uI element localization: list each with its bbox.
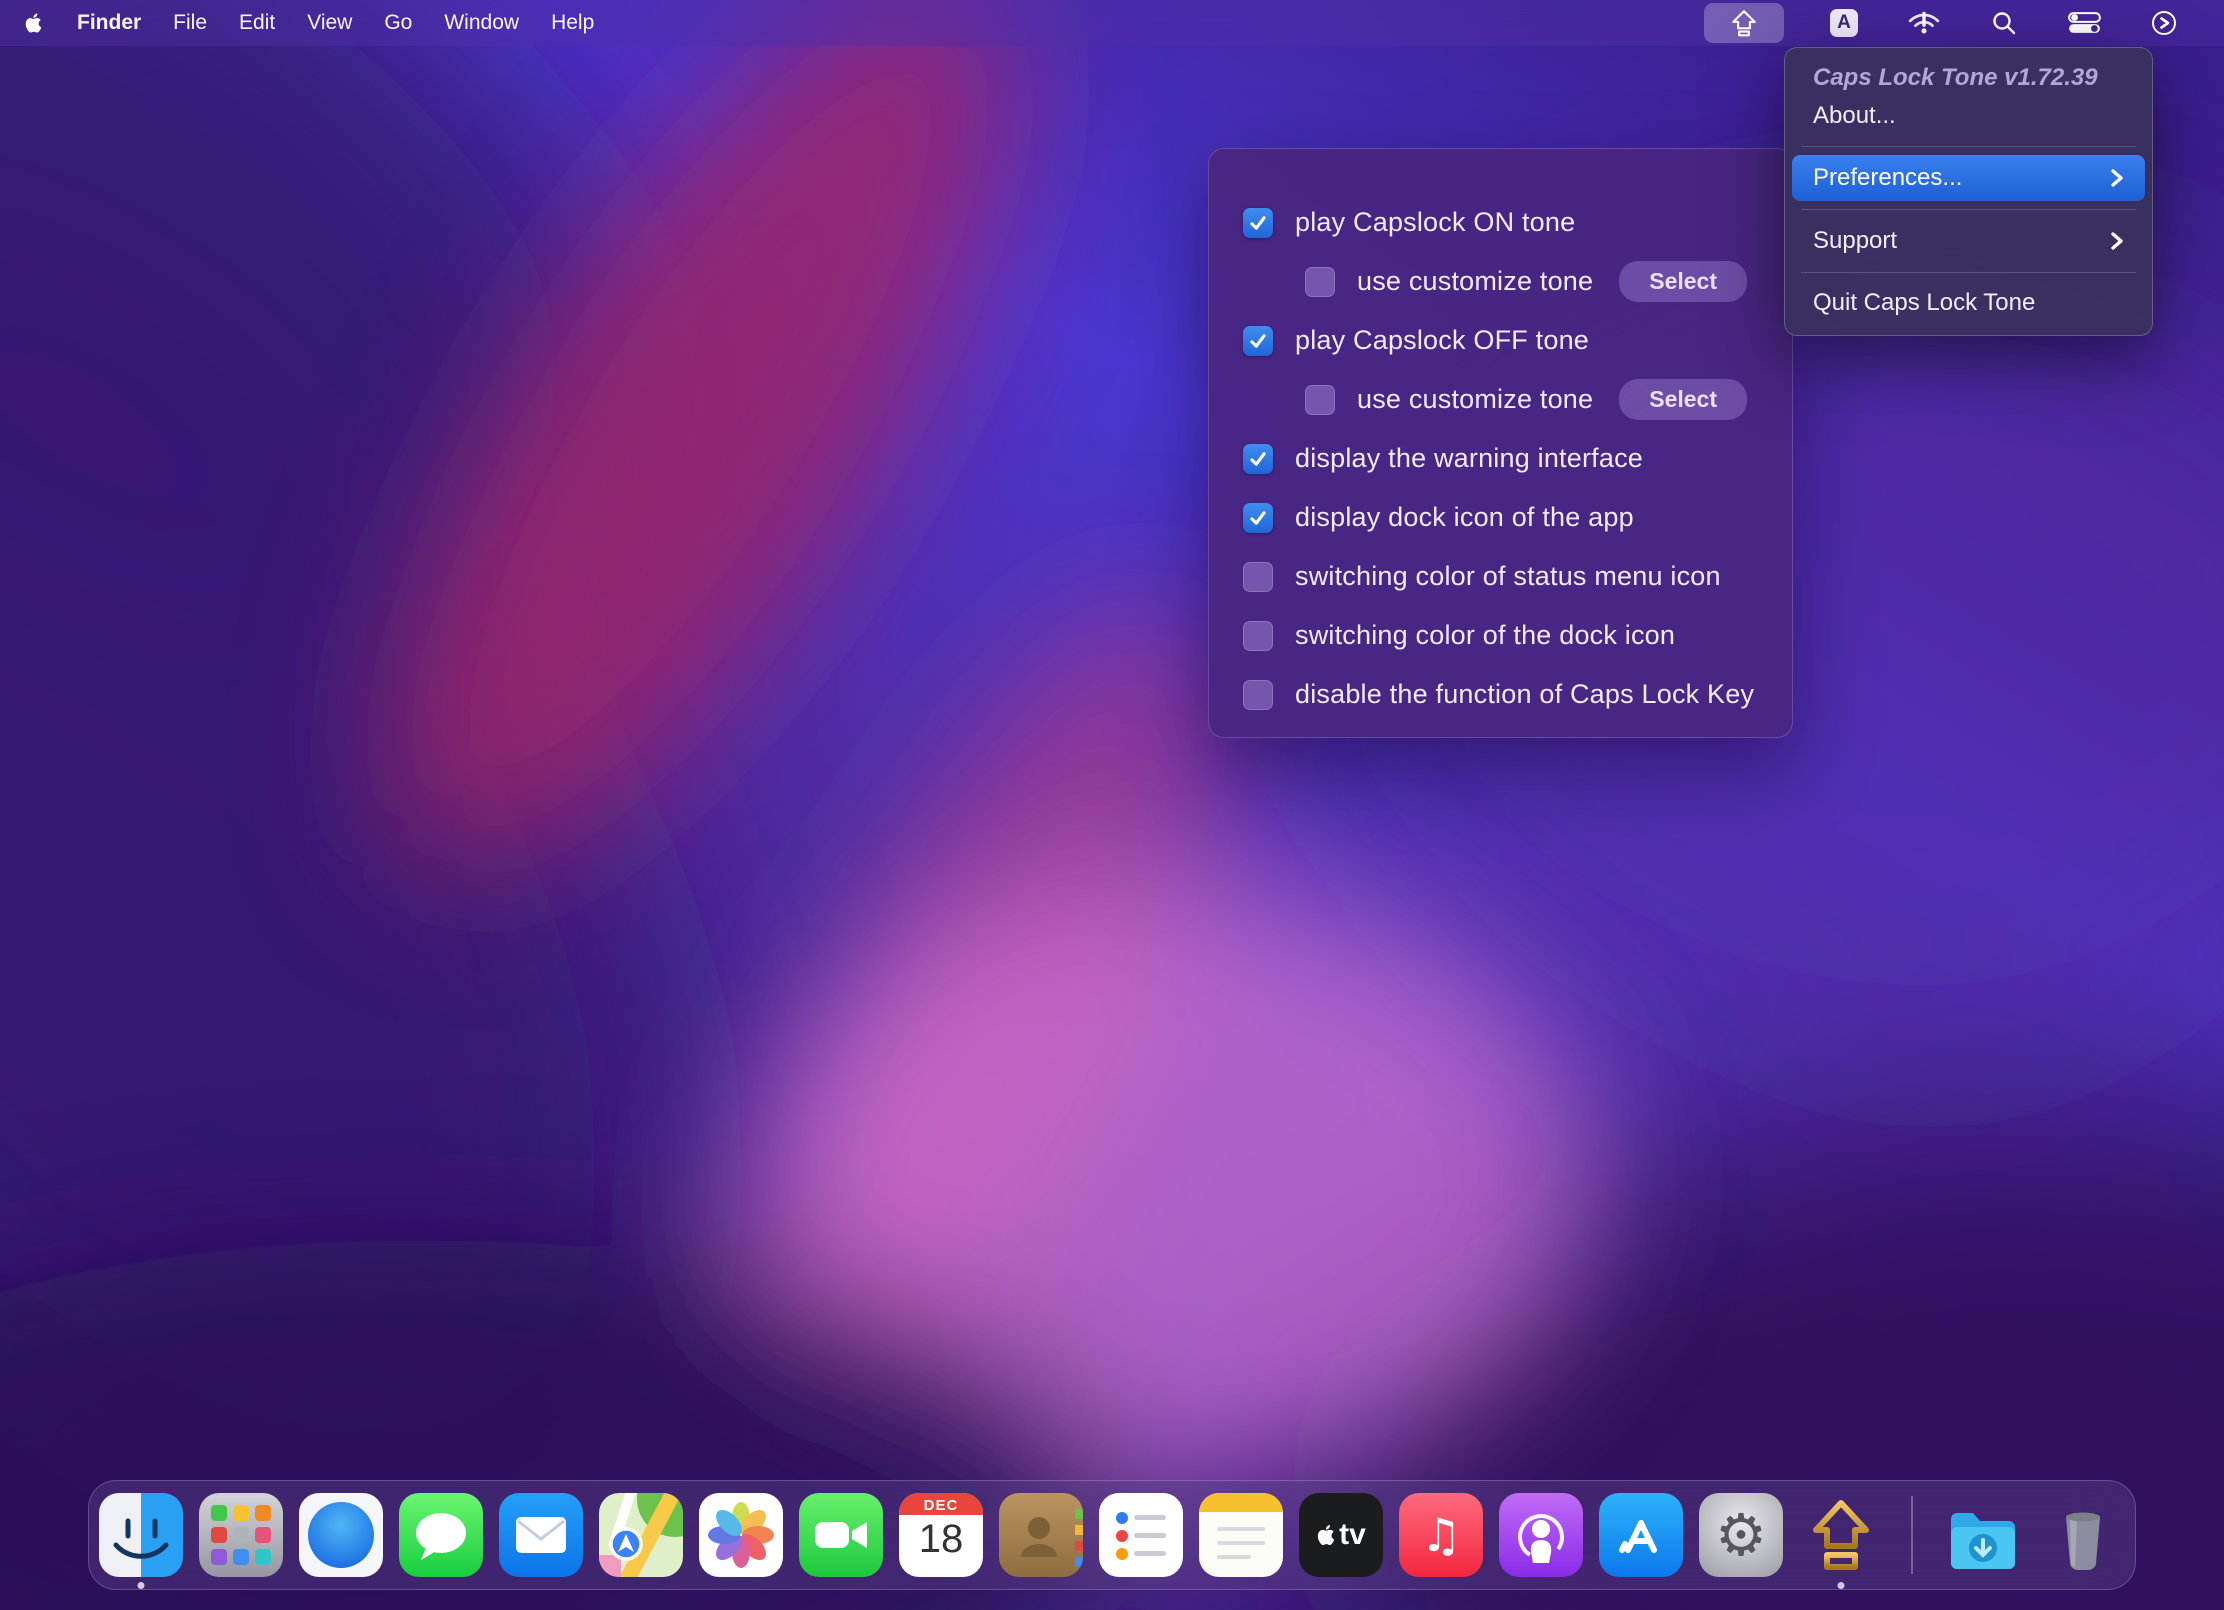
wifi-alert-status-icon[interactable] <box>1904 3 1944 43</box>
select-tone-button[interactable]: Select <box>1619 261 1747 302</box>
dock-finder-icon[interactable] <box>99 1493 183 1577</box>
menu-bar-left: Finder File Edit View Go Window Help <box>0 11 594 35</box>
apple-menu[interactable] <box>24 12 43 34</box>
input-source-status-icon[interactable]: A <box>1824 3 1864 43</box>
menu-separator <box>1801 146 2136 147</box>
wifi-alert-icon <box>1907 9 1941 37</box>
dock-caps-lock-tone-icon[interactable] <box>1799 1493 1883 1577</box>
apple-logo-small <box>1316 1523 1336 1547</box>
checkbox-unchecked[interactable] <box>1243 562 1273 592</box>
checkbox-unchecked[interactable] <box>1305 267 1335 297</box>
caps-lock-tone-menu: Caps Lock Tone v1.72.39 About... Prefere… <box>1784 47 2153 336</box>
pref-row-switch-status-color: switching color of status menu icon <box>1243 547 1758 606</box>
menu-title: Caps Lock Tone v1.72.39 <box>1785 56 2152 94</box>
chevron-right-icon <box>2109 167 2124 189</box>
checkbox-checked[interactable] <box>1243 444 1273 474</box>
pref-row-play-off-tone: play Capslock OFF tone <box>1243 311 1758 370</box>
checkbox-unchecked[interactable] <box>1305 385 1335 415</box>
dock-trash-icon[interactable] <box>2041 1493 2125 1577</box>
spotlight-search-icon[interactable] <box>1984 3 2024 43</box>
circle-chevron-status-icon[interactable] <box>2144 3 2184 43</box>
running-indicator <box>1838 1582 1845 1589</box>
checkbox-checked[interactable] <box>1243 208 1273 238</box>
dock-podcasts-icon[interactable] <box>1499 1493 1583 1577</box>
pref-label: use customize tone <box>1357 384 1593 415</box>
desktop: Finder File Edit View Go Window Help A <box>0 0 2224 1610</box>
dock-notes-icon[interactable] <box>1199 1493 1283 1577</box>
pref-row-customize-on: use customize tone Select <box>1305 252 1758 311</box>
checkbox-checked[interactable] <box>1243 503 1273 533</box>
dock-reminders-icon[interactable] <box>1099 1493 1183 1577</box>
menu-item-go[interactable]: Go <box>384 11 412 35</box>
menu-separator <box>1801 272 2136 273</box>
checkbox-checked[interactable] <box>1243 326 1273 356</box>
menu-app-name[interactable]: Finder <box>77 11 141 35</box>
menu-item-file[interactable]: File <box>173 11 207 35</box>
pref-label: display dock icon of the app <box>1295 502 1634 533</box>
pref-label: disable the function of Caps Lock Key <box>1295 679 1754 710</box>
dock-safari-icon[interactable] <box>299 1493 383 1577</box>
pref-row-play-on-tone: play Capslock ON tone <box>1243 193 1758 252</box>
pref-label: use customize tone <box>1357 266 1593 297</box>
pref-row-switch-dock-color: switching color of the dock icon <box>1243 606 1758 665</box>
dock-maps-icon[interactable] <box>599 1493 683 1577</box>
caps-lock-tone-status-icon[interactable] <box>1704 3 1784 43</box>
dock-mail-icon[interactable] <box>499 1493 583 1577</box>
menu-item-about[interactable]: About... <box>1785 94 2152 138</box>
dock-photos-icon[interactable] <box>699 1493 783 1577</box>
menu-item-window[interactable]: Window <box>444 11 519 35</box>
chevron-right-icon <box>2109 230 2124 252</box>
caps-lock-arrow-icon <box>1729 8 1759 38</box>
menu-item-edit[interactable]: Edit <box>239 11 275 35</box>
search-icon <box>1991 10 2017 36</box>
menu-item-view[interactable]: View <box>307 11 352 35</box>
status-icons: A <box>1704 0 2224 46</box>
dock-tv-icon[interactable]: tv <box>1299 1493 1383 1577</box>
checkbox-unchecked[interactable] <box>1243 680 1273 710</box>
dock-calendar-icon[interactable]: DEC 18 <box>899 1493 983 1577</box>
pref-row-dock-icon: display dock icon of the app <box>1243 488 1758 547</box>
dock-separator <box>1911 1496 1913 1574</box>
input-letter-badge: A <box>1830 9 1858 37</box>
menu-item-support[interactable]: Support <box>1792 218 2145 264</box>
dock-messages-icon[interactable] <box>399 1493 483 1577</box>
music-note-icon: ♫ <box>1420 1508 1461 1562</box>
tv-label: tv <box>1339 1518 1366 1552</box>
calendar-day: 18 <box>899 1517 983 1562</box>
dock-appstore-icon[interactable] <box>1599 1493 1683 1577</box>
menu-item-preferences[interactable]: Preferences... <box>1792 155 2145 201</box>
pref-label: display the warning interface <box>1295 443 1643 474</box>
dock-launchpad-icon[interactable] <box>199 1493 283 1577</box>
pref-label: play Capslock ON tone <box>1295 207 1575 238</box>
gear-icon: ⚙ <box>1715 1506 1767 1564</box>
calendar-month: DEC <box>899 1497 983 1514</box>
preferences-label: Preferences... <box>1813 164 1962 192</box>
circle-chevron-icon <box>2150 9 2178 37</box>
pref-label: switching color of status menu icon <box>1295 561 1721 592</box>
dock-contacts-icon[interactable] <box>999 1493 1083 1577</box>
preferences-panel: play Capslock ON tone use customize tone… <box>1208 148 1793 738</box>
control-center-icon[interactable] <box>2064 3 2104 43</box>
pref-row-customize-off: use customize tone Select <box>1305 370 1758 429</box>
pref-row-disable-capslock: disable the function of Caps Lock Key <box>1243 665 1758 724</box>
running-indicator <box>138 1582 145 1589</box>
input-letter: A <box>1837 12 1851 34</box>
pref-label: play Capslock OFF tone <box>1295 325 1589 356</box>
dock-music-icon[interactable]: ♫ <box>1399 1493 1483 1577</box>
menu-bar: Finder File Edit View Go Window Help A <box>0 0 2224 46</box>
apple-icon <box>24 12 43 34</box>
menu-separator <box>1801 209 2136 210</box>
dock: DEC 18 <box>88 1480 2136 1590</box>
dock-system-preferences-icon[interactable]: ⚙ <box>1699 1493 1783 1577</box>
dock-facetime-icon[interactable] <box>799 1493 883 1577</box>
toggles-icon <box>2068 12 2101 34</box>
support-label: Support <box>1813 227 1897 255</box>
pref-label: switching color of the dock icon <box>1295 620 1675 651</box>
select-tone-button[interactable]: Select <box>1619 379 1747 420</box>
dock-downloads-folder-icon[interactable] <box>1941 1493 2025 1577</box>
menu-item-help[interactable]: Help <box>551 11 594 35</box>
menu-item-quit[interactable]: Quit Caps Lock Tone <box>1785 281 2152 325</box>
pref-row-warning-interface: display the warning interface <box>1243 429 1758 488</box>
checkbox-unchecked[interactable] <box>1243 621 1273 651</box>
